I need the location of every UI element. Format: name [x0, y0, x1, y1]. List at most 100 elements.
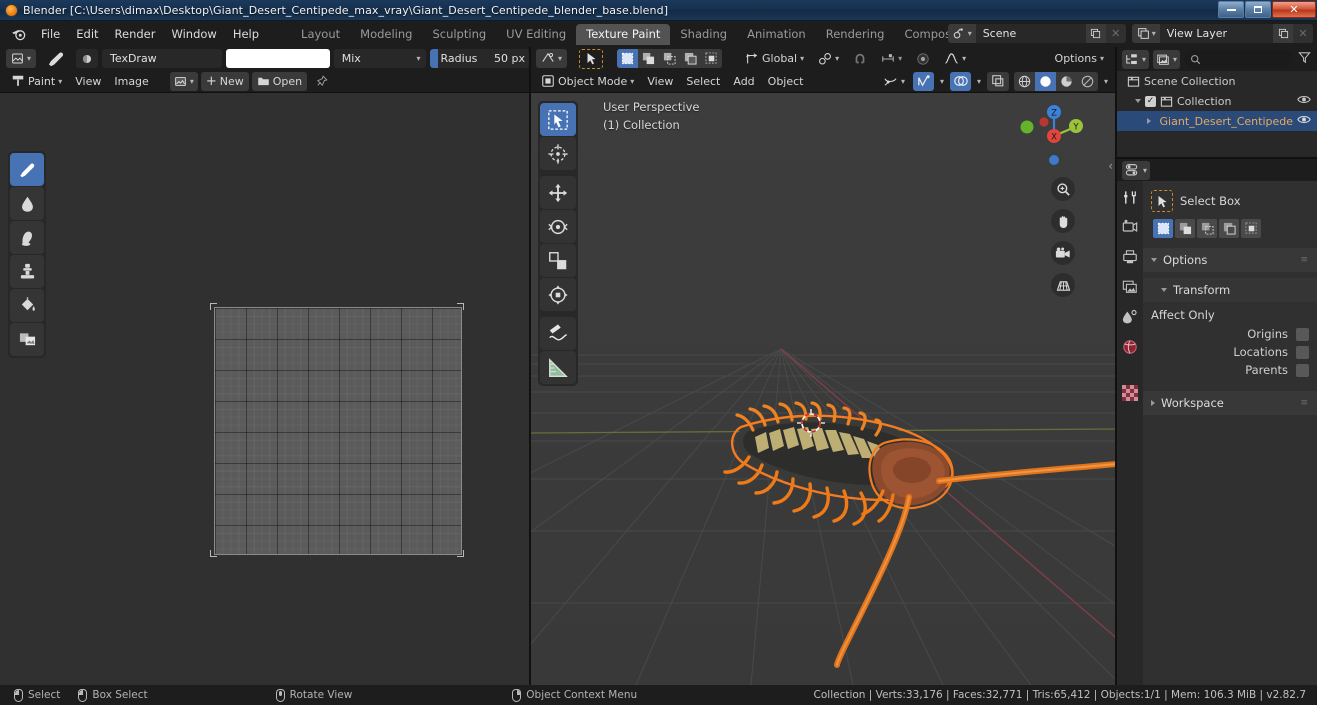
outliner-display-mode-dropdown[interactable]: ▾	[1153, 49, 1181, 69]
affect-only-locations-row[interactable]: Locations	[1143, 343, 1317, 361]
rotate-tool[interactable]	[540, 210, 576, 243]
select-invert-icon[interactable]	[1219, 219, 1239, 238]
blender-logo-icon[interactable]	[7, 24, 29, 44]
view-layer-icon[interactable]: ▾	[1131, 24, 1160, 43]
properties-tab-view-layer[interactable]	[1120, 277, 1140, 297]
select-set-icon[interactable]	[617, 49, 639, 68]
image-editor-menu-image[interactable]: Image	[109, 72, 153, 91]
menu-file[interactable]: File	[33, 24, 68, 44]
scale-tool[interactable]	[540, 244, 576, 277]
maximize-button[interactable]	[1245, 1, 1271, 18]
active-tool-indicator[interactable]	[579, 48, 604, 69]
move-tool[interactable]	[540, 176, 576, 209]
tab-sculpting[interactable]: Sculpting	[422, 24, 496, 45]
menu-window[interactable]: Window	[163, 24, 224, 44]
shading-rendered-icon[interactable]	[1076, 71, 1098, 91]
tab-texture-paint[interactable]: Texture Paint	[576, 23, 671, 45]
affect-only-locations-checkbox[interactable]	[1296, 345, 1309, 359]
expand-triangle-icon[interactable]	[1147, 118, 1151, 124]
tab-animation[interactable]: Animation	[737, 24, 816, 45]
viewport-editor-type-selector[interactable]: ▾	[536, 49, 568, 68]
scene-icon[interactable]: ▾	[947, 24, 976, 43]
filter-icon[interactable]	[1296, 51, 1317, 67]
affect-only-parents-row[interactable]: Parents	[1143, 361, 1317, 379]
mask-tool[interactable]	[10, 323, 44, 356]
xray-toggle[interactable]	[986, 71, 1009, 91]
smear-tool[interactable]	[10, 221, 44, 254]
ortho-persp-icon[interactable]	[1051, 273, 1075, 297]
camera-icon[interactable]	[1051, 241, 1075, 265]
shading-settings-dropdown[interactable]: ▾	[1101, 72, 1111, 91]
tab-uv-editing[interactable]: UV Editing	[496, 24, 576, 45]
brush-preview-icon[interactable]	[40, 49, 72, 68]
outliner-search-input[interactable]	[1184, 50, 1292, 68]
visibility-icon[interactable]: ▾	[878, 72, 910, 91]
uv-image-grid[interactable]	[214, 307, 462, 555]
snap-settings-dropdown[interactable]: ▾	[876, 49, 907, 68]
radius-slider[interactable]: Radius 50 px	[429, 49, 530, 68]
object-mode-selector[interactable]: Object Mode ▾	[536, 72, 639, 91]
section-workspace[interactable]: Workspace ≡	[1143, 391, 1317, 415]
tab-layout[interactable]: Layout	[291, 24, 350, 45]
affect-only-parents-checkbox[interactable]	[1296, 363, 1309, 377]
transform-tool[interactable]	[540, 278, 576, 311]
brush-name-field[interactable]: TexDraw	[102, 49, 222, 68]
image-editor-canvas[interactable]	[0, 93, 529, 685]
affect-only-origins-checkbox[interactable]	[1296, 327, 1309, 341]
viewport-menu-add[interactable]: Add	[728, 72, 759, 91]
zoom-icon[interactable]	[1051, 177, 1075, 201]
properties-tab-world[interactable]	[1120, 337, 1140, 357]
select-intersect-icon[interactable]	[1241, 219, 1261, 238]
tab-modeling[interactable]: Modeling	[350, 24, 422, 45]
select-extend-icon[interactable]	[1175, 219, 1195, 238]
section-transform[interactable]: Transform	[1143, 278, 1317, 302]
viewport-menu-object[interactable]: Object	[763, 72, 809, 91]
new-scene-button[interactable]	[1085, 24, 1106, 43]
properties-tab-texture[interactable]	[1120, 383, 1140, 403]
editor-separator-left[interactable]	[529, 47, 531, 685]
pin-icon[interactable]	[310, 72, 333, 91]
select-extend-icon[interactable]	[638, 49, 660, 68]
brush-color-swatch[interactable]	[225, 49, 330, 68]
properties-tab-tool[interactable]	[1120, 187, 1140, 207]
proportional-edit-icon[interactable]	[911, 49, 935, 68]
menu-render[interactable]: Render	[107, 24, 164, 44]
unlink-scene-button[interactable]: ✕	[1105, 24, 1126, 43]
collection-checkbox[interactable]: ✓	[1145, 95, 1156, 107]
blend-mode-dropdown[interactable]: Mix ▾	[333, 49, 426, 68]
remove-viewlayer-button[interactable]: ✕	[1293, 24, 1313, 43]
open-image-button[interactable]: Open	[251, 71, 308, 91]
image-datablock-selector[interactable]: ▾	[169, 71, 198, 91]
viewport-menu-view[interactable]: View	[642, 72, 678, 91]
view-layer-name-field[interactable]: View Layer	[1159, 24, 1273, 43]
clone-tool[interactable]	[10, 255, 44, 288]
paint-mode-selector[interactable]: Paint ▾	[6, 72, 67, 91]
tab-rendering[interactable]: Rendering	[816, 24, 895, 45]
overlays-toggle[interactable]	[949, 71, 971, 91]
falloff-curve-dropdown[interactable]: ▾	[939, 49, 971, 68]
properties-tab-render[interactable]	[1120, 217, 1140, 237]
tab-shading[interactable]: Shading	[670, 24, 737, 45]
select-subtract-icon[interactable]	[659, 49, 681, 68]
cursor-tool[interactable]	[540, 137, 576, 170]
viewport-sidebar-toggle[interactable]: ‹	[1108, 159, 1113, 173]
new-viewlayer-button[interactable]	[1273, 24, 1293, 43]
transform-orientation-dropdown[interactable]: Global ▾	[740, 49, 809, 68]
shading-solid-icon[interactable]	[1034, 71, 1056, 91]
shading-wireframe-icon[interactable]	[1013, 71, 1035, 91]
select-subtract-icon[interactable]	[1197, 219, 1217, 238]
outliner-properties-separator[interactable]	[1117, 157, 1317, 159]
outliner-row-collection[interactable]: ✓ Collection	[1117, 91, 1317, 111]
close-button[interactable]: ✕	[1272, 1, 1316, 18]
scene-name-field[interactable]: Scene	[975, 24, 1086, 43]
fill-tool[interactable]	[10, 289, 44, 322]
select-intersect-icon[interactable]	[701, 49, 723, 68]
viewport-options-dropdown[interactable]: Options ▾	[1050, 49, 1109, 68]
pan-hand-icon[interactable]	[1051, 209, 1075, 233]
snap-magnet-icon[interactable]	[848, 49, 872, 68]
shading-material-preview-icon[interactable]	[1055, 71, 1077, 91]
image-editor-menu-view[interactable]: View	[70, 72, 106, 91]
outliner-row-scene-collection[interactable]: Scene Collection	[1117, 71, 1317, 91]
object-visibility-eye-icon[interactable]	[1297, 114, 1311, 128]
editor-type-selector[interactable]: ▾	[6, 49, 37, 68]
